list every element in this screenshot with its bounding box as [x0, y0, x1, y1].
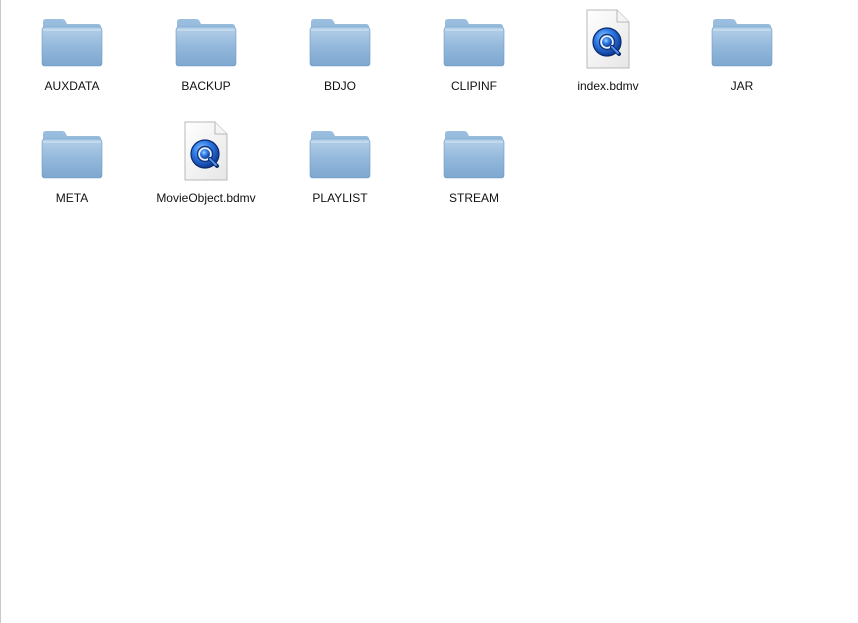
item-label: STREAM [448, 191, 499, 205]
file-item-index-bdmv[interactable]: index.bdmv [541, 2, 675, 102]
folder-item-meta[interactable]: META [5, 114, 139, 214]
folder-icon [442, 128, 506, 180]
folder-item-jar[interactable]: JAR [675, 2, 809, 102]
item-label: BACKUP [181, 79, 231, 93]
quicktime-document-icon [583, 8, 633, 70]
folder-item-bdjo[interactable]: BDJO [273, 2, 407, 102]
folder-item-stream[interactable]: STREAM [407, 114, 541, 214]
item-label: BDJO [323, 79, 356, 93]
folder-icon [442, 16, 506, 68]
folder-icon [174, 16, 238, 68]
item-label: MovieObject.bdmv [156, 191, 256, 205]
quicktime-document-icon [181, 120, 231, 182]
folder-item-clipinf[interactable]: CLIPINF [407, 2, 541, 102]
folder-item-backup[interactable]: BACKUP [139, 2, 273, 102]
folder-icon [40, 128, 104, 180]
item-label: index.bdmv [577, 79, 639, 93]
item-label: CLIPINF [450, 79, 497, 93]
folder-icon [308, 16, 372, 68]
folder-item-playlist[interactable]: PLAYLIST [273, 114, 407, 214]
folder-icon [308, 128, 372, 180]
file-item-movieobject-bdmv[interactable]: MovieObject.bdmv [139, 114, 273, 214]
item-label: PLAYLIST [312, 191, 368, 205]
item-label: JAR [730, 79, 754, 93]
item-label: META [55, 191, 89, 205]
folder-icon [710, 16, 774, 68]
folder-item-auxdata[interactable]: AUXDATA [5, 2, 139, 102]
item-label: AUXDATA [44, 79, 100, 93]
folder-icon [40, 16, 104, 68]
finder-window: AUXDATA BACKUP BDJO CLIPINF index.bdmv J… [0, 0, 858, 623]
